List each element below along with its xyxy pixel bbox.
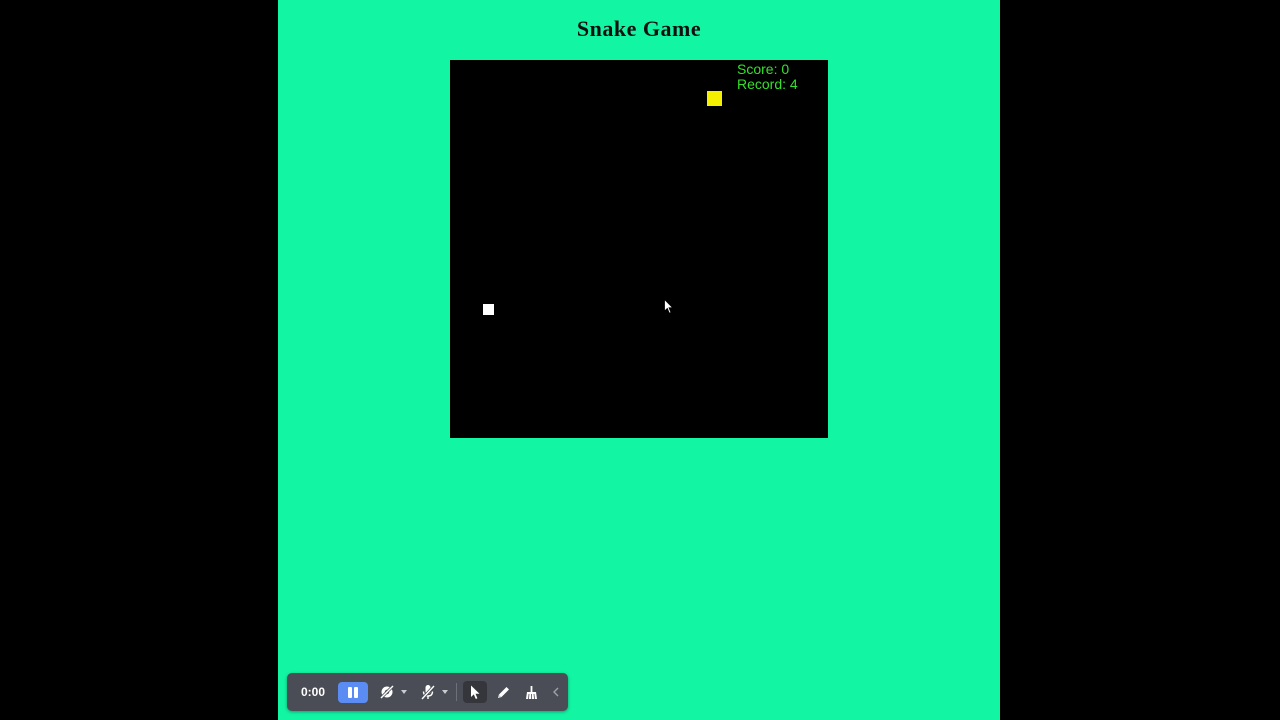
- mouse-cursor-icon: [664, 299, 674, 314]
- pen-icon: [497, 686, 509, 698]
- pointer-icon: [471, 685, 480, 699]
- recording-timer: 0:00: [300, 685, 326, 699]
- broom-icon: [525, 685, 537, 699]
- collapse-toolbar-button[interactable]: [549, 673, 563, 711]
- chevron-left-icon: [553, 687, 559, 697]
- recorder-toolbar: 0:00: [287, 673, 568, 711]
- camera-toggle-button[interactable]: [377, 673, 397, 711]
- page-background: Snake Game Score: 0 Record: 4: [278, 0, 1000, 720]
- clear-drawings-button[interactable]: [520, 673, 542, 711]
- pause-button[interactable]: [338, 682, 368, 703]
- microphone-off-icon: [420, 684, 436, 700]
- score-text: Score: 0: [737, 61, 790, 77]
- game-board[interactable]: Score: 0 Record: 4: [450, 60, 828, 438]
- pointer-tool-button[interactable]: [463, 681, 487, 703]
- snake-head: [483, 304, 494, 315]
- microphone-dropdown-caret[interactable]: [442, 690, 448, 694]
- page-title: Snake Game: [576, 16, 702, 41]
- microphone-toggle-button[interactable]: [418, 673, 438, 711]
- score-panel: Score: 0 Record: 4: [737, 62, 798, 92]
- camera-dropdown-caret[interactable]: [401, 690, 407, 694]
- toolbar-divider: [456, 683, 457, 701]
- pen-tool-button[interactable]: [492, 673, 514, 711]
- record-text: Record: 4: [737, 76, 798, 92]
- food-item: [707, 91, 722, 106]
- camera-off-icon: [379, 684, 395, 700]
